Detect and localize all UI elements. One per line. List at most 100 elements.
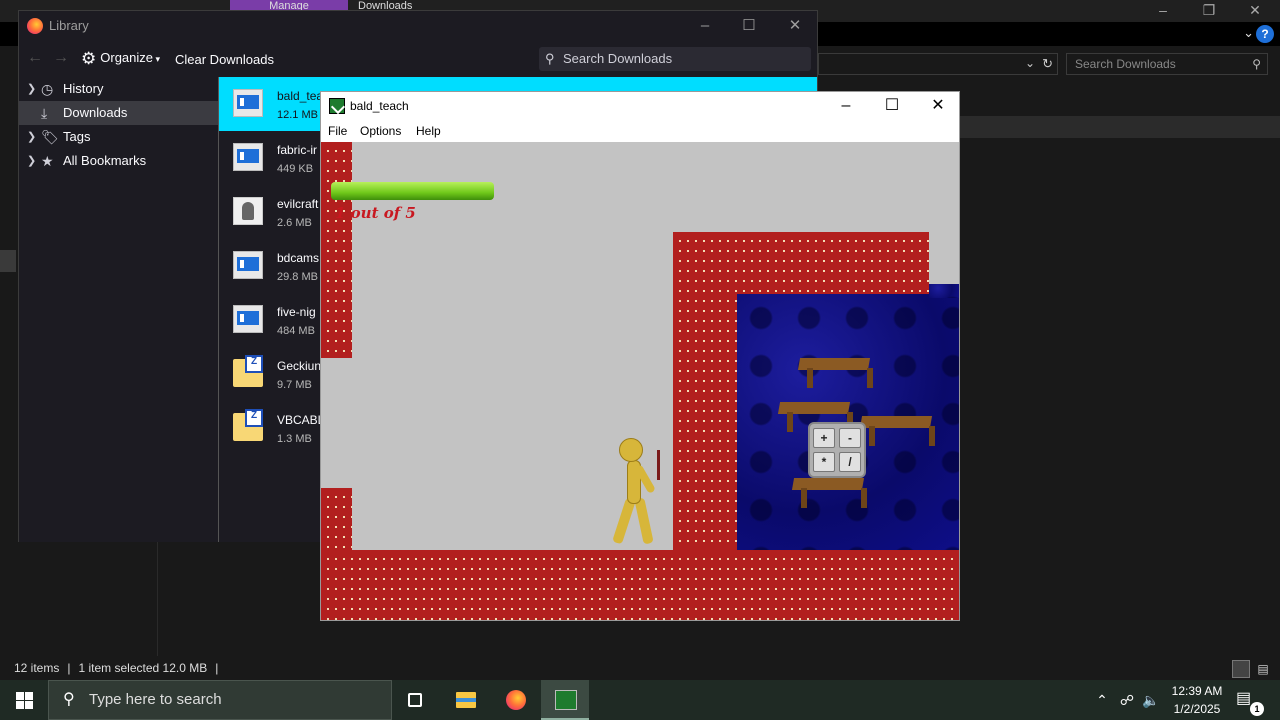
explorer-search-input[interactable]: Search Downloads ⚲ xyxy=(1066,53,1268,75)
exe-icon xyxy=(233,143,263,171)
game-window: bald_teach – ☐ ✕ File Options Help + - *… xyxy=(320,91,960,621)
item-count: 12 items xyxy=(14,661,60,675)
network-icon[interactable]: ☍ xyxy=(1116,680,1138,720)
library-close-button[interactable]: ✕ xyxy=(775,15,815,37)
search-icon: ⚲ xyxy=(545,51,555,66)
start-button[interactable] xyxy=(0,680,48,720)
health-bar xyxy=(331,182,494,200)
taskbar-firefox[interactable] xyxy=(492,680,540,720)
brick-floor xyxy=(321,550,959,620)
library-toolbar: ← → ⚙ Organize ▾ Clear Downloads ⚲ Search… xyxy=(19,41,817,77)
details-view-button[interactable] xyxy=(1232,660,1250,678)
taskbar-clock[interactable]: 12:39 AM 1/2/2025 xyxy=(1164,682,1230,718)
game-minimize-button[interactable]: – xyxy=(823,94,869,118)
exe-icon xyxy=(233,305,263,333)
game-maximize-button[interactable]: ☐ xyxy=(869,94,915,118)
exe-icon xyxy=(233,89,263,117)
chevron-right-icon[interactable]: ❯ xyxy=(27,149,36,173)
character-leg xyxy=(612,497,636,545)
organize-button[interactable]: ⚙ Organize ▾ xyxy=(81,49,160,71)
folder-icon xyxy=(456,692,476,708)
windows-logo-icon xyxy=(25,692,33,700)
back-arrow-icon[interactable]: ← xyxy=(27,49,43,67)
library-tree: ❯ ◷ History ⤓ Downloads ❯ 🏷 Tags ❯ ★ All… xyxy=(19,77,219,542)
desk xyxy=(861,412,935,448)
clock-icon: ◷ xyxy=(41,81,54,97)
chevron-down-icon[interactable]: ⌄ xyxy=(1243,25,1254,41)
explorer-search-placeholder: Search Downloads xyxy=(1075,57,1176,71)
explorer-minimize-button[interactable]: – xyxy=(1140,0,1186,22)
game-canvas[interactable]: + - * / 1 out of 5 xyxy=(321,142,959,620)
download-size: 1.3 MB xyxy=(277,433,312,445)
tree-item-downloads[interactable]: ⤓ Downloads xyxy=(19,101,218,125)
search-icon: ⚲ xyxy=(1252,57,1261,71)
chevron-right-icon[interactable]: ❯ xyxy=(27,77,36,101)
teacher-character xyxy=(611,438,671,548)
download-name: VBCABL xyxy=(277,413,325,427)
tree-item-all-bookmarks[interactable]: ❯ ★ All Bookmarks xyxy=(19,149,218,173)
chevron-down-icon[interactable]: ⌄ xyxy=(1025,56,1035,70)
address-field[interactable]: ⌄ ↻ xyxy=(818,53,1058,75)
volume-icon[interactable]: 🔈 xyxy=(1140,680,1162,720)
notebook-counter: 1 out of 5 xyxy=(335,204,416,222)
tiles-view-button[interactable]: ▤ xyxy=(1254,660,1272,678)
tree-item-label: Tags xyxy=(63,129,91,144)
firefox-icon xyxy=(506,690,526,710)
menu-help[interactable]: Help xyxy=(416,124,441,138)
refresh-icon[interactable]: ↻ xyxy=(1042,56,1053,72)
game-close-button[interactable]: ✕ xyxy=(915,94,961,118)
tree-item-tags[interactable]: ❯ 🏷 Tags xyxy=(19,125,218,149)
game-app-icon xyxy=(555,690,577,710)
download-name: bdcams xyxy=(277,251,320,265)
game-app-icon xyxy=(329,98,345,114)
menu-file[interactable]: File xyxy=(328,124,347,138)
caret-down-icon: ▾ xyxy=(153,54,161,64)
explorer-nav-selected[interactable] xyxy=(0,250,16,272)
character-leg xyxy=(634,497,654,545)
explorer-status-bar: 12 items | 1 item selected 12.0 MB | xyxy=(0,656,1280,680)
task-view-icon xyxy=(408,693,422,707)
tree-item-label: Downloads xyxy=(63,105,128,120)
notification-badge: 1 xyxy=(1250,702,1264,716)
taskbar-file-explorer[interactable] xyxy=(442,680,490,720)
help-icon[interactable]: ? xyxy=(1256,25,1274,43)
status-separator: | xyxy=(67,661,71,675)
game-titlebar: bald_teach – ☐ ✕ xyxy=(321,92,959,120)
java-icon xyxy=(233,197,263,225)
windows-logo-icon xyxy=(16,692,24,700)
taskbar: ⚲ Type here to search ⌃ ☍ 🔈 12:39 AM 1/2… xyxy=(0,680,1280,720)
clock-date: 1/2/2025 xyxy=(1173,702,1221,716)
search-icon: ⚲ xyxy=(63,691,75,708)
clear-downloads-button[interactable]: Clear Downloads xyxy=(175,52,274,67)
download-size: 9.7 MB xyxy=(277,379,312,391)
download-icon: ⤓ xyxy=(41,105,48,121)
library-titlebar: Library – ☐ ✕ xyxy=(19,11,817,41)
game-menubar: File Options Help xyxy=(321,120,959,142)
status-separator: | xyxy=(215,661,219,675)
taskbar-game[interactable] xyxy=(541,680,589,720)
classroom-area-top xyxy=(929,284,959,298)
explorer-restore-button[interactable]: ❐ xyxy=(1186,0,1232,22)
firefox-icon xyxy=(27,18,43,34)
library-maximize-button[interactable]: ☐ xyxy=(729,15,769,37)
download-name: evilcraft xyxy=(277,197,319,211)
exe-icon xyxy=(233,251,263,279)
zip-icon xyxy=(233,355,263,387)
tree-item-history[interactable]: ❯ ◷ History xyxy=(19,77,218,101)
task-view-button[interactable] xyxy=(392,680,440,720)
tree-item-label: History xyxy=(63,81,104,96)
ruler-icon xyxy=(657,450,660,480)
notification-center-button[interactable]: ▤ 1 xyxy=(1236,688,1264,716)
zip-icon xyxy=(233,409,263,441)
menu-options[interactable]: Options xyxy=(360,124,401,138)
library-minimize-button[interactable]: – xyxy=(685,15,725,37)
library-search-input[interactable]: ⚲ Search Downloads xyxy=(539,47,811,71)
explorer-close-button[interactable]: ✕ xyxy=(1232,0,1278,22)
notification-icon: ▤ xyxy=(1236,690,1252,707)
chevron-up-icon[interactable]: ⌃ xyxy=(1092,680,1112,720)
taskbar-search-input[interactable]: ⚲ Type here to search xyxy=(48,680,392,720)
desk xyxy=(793,474,867,510)
chevron-right-icon[interactable]: ❯ xyxy=(27,125,36,149)
forward-arrow-icon[interactable]: → xyxy=(53,49,69,67)
download-size: 2.6 MB xyxy=(277,217,312,229)
